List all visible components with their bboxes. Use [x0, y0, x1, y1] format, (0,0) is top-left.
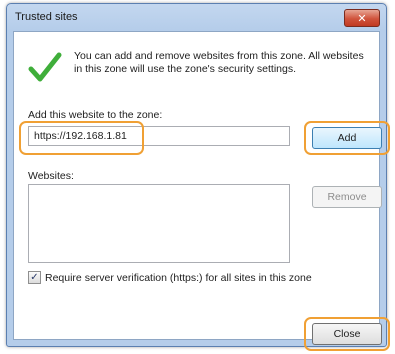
trusted-sites-dialog: Trusted sites ✕ You can add and remove w…: [6, 3, 390, 351]
add-button[interactable]: Add: [312, 127, 382, 149]
require-verification-checkbox[interactable]: ✓: [28, 271, 41, 284]
verify-row: ✓ Require server verification (https:) f…: [28, 271, 312, 284]
close-icon[interactable]: ✕: [344, 9, 380, 27]
dialog-title: Trusted sites: [15, 11, 78, 23]
close-button[interactable]: Close: [312, 323, 382, 345]
websites-label: Websites:: [28, 170, 74, 182]
website-url-input[interactable]: [28, 126, 290, 146]
dialog-content: You can add and remove websites from thi…: [13, 31, 390, 351]
title-bar: Trusted sites ✕: [7, 4, 386, 31]
websites-list[interactable]: [28, 184, 290, 263]
require-verification-label: Require server verification (https:) for…: [45, 271, 312, 284]
add-website-label: Add this website to the zone:: [28, 109, 163, 121]
checkmark-icon: [28, 52, 62, 82]
remove-button[interactable]: Remove: [312, 186, 382, 208]
info-text: You can add and remove websites from thi…: [74, 50, 364, 75]
